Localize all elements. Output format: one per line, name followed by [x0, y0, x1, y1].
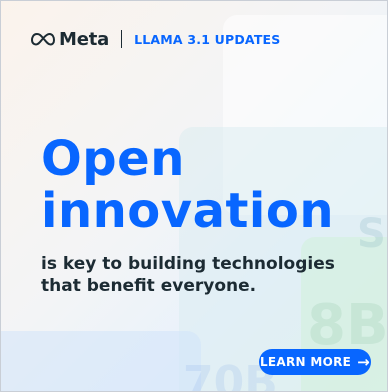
learn-more-label: LEARN MORE	[259, 355, 352, 369]
headline-line: innovation	[41, 183, 334, 239]
learn-more-button[interactable]: LEARN MORE →	[259, 349, 371, 375]
divider	[121, 30, 123, 48]
meta-wordmark: Meta	[59, 28, 110, 50]
headline: Open innovation	[41, 133, 334, 237]
arrow-right-icon: →	[357, 352, 371, 371]
subheadline-line: is key to building technologies	[41, 254, 335, 274]
meta-ad-banner[interactable]: S 8B 70B Meta LLAMA 3.1 UPDATES Open inn…	[0, 0, 388, 392]
background-text: S	[357, 211, 386, 257]
decorative-panel	[1, 331, 201, 391]
subheadline-line: that benefit everyone.	[41, 276, 257, 296]
campaign-tag: LLAMA 3.1 UPDATES	[134, 31, 281, 47]
brand-header: Meta LLAMA 3.1 UPDATES	[31, 27, 281, 51]
subheadline: is key to building technologies that ben…	[41, 253, 341, 297]
headline-line: Open	[41, 131, 185, 187]
meta-infinity-icon	[31, 33, 55, 46]
